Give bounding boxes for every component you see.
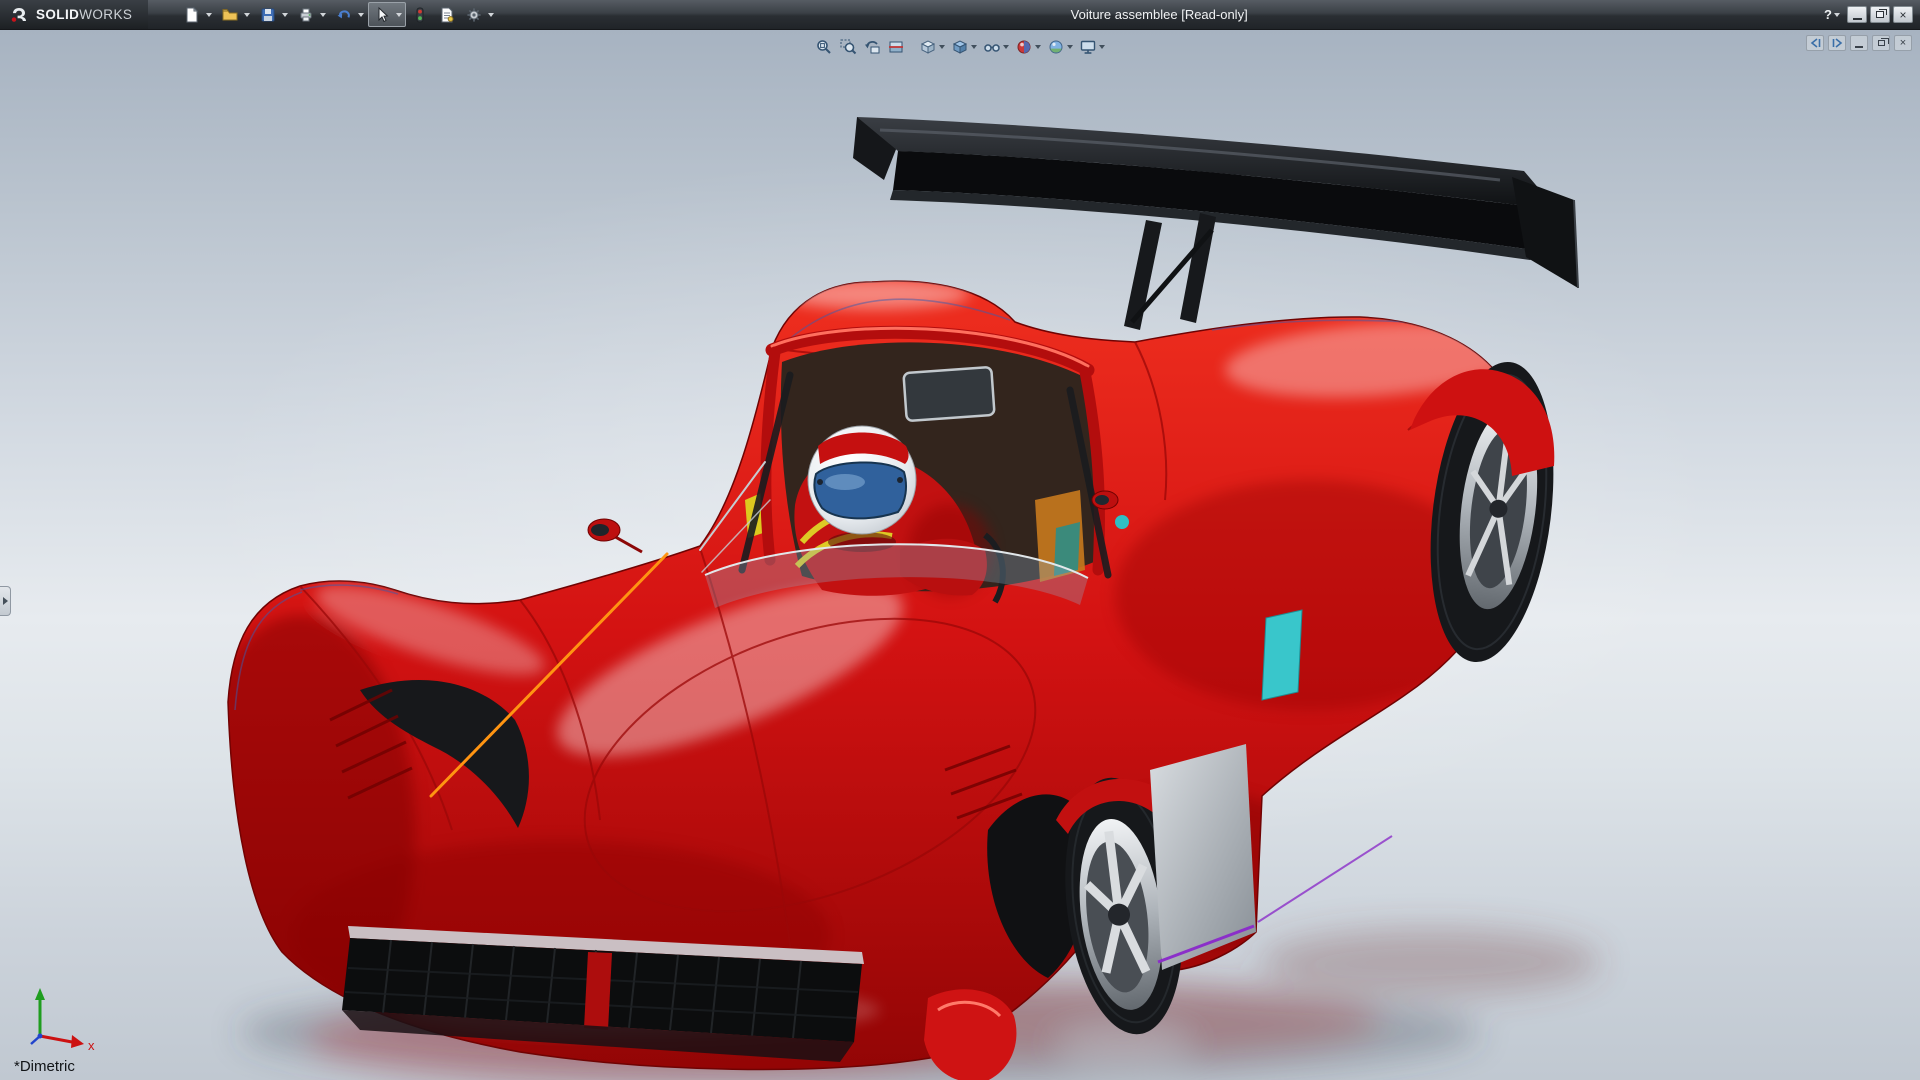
- options-dropdown[interactable]: [485, 3, 496, 26]
- doc-minimize-icon: [1855, 45, 1863, 48]
- rebuild-button[interactable]: [408, 3, 431, 26]
- open-folder-icon: [222, 8, 238, 20]
- new-document-button[interactable]: [180, 3, 203, 26]
- view-settings-button[interactable]: [1076, 35, 1108, 59]
- print-button[interactable]: [294, 3, 317, 26]
- standard-toolbar: [178, 2, 498, 27]
- pane-collapse-icon: [1810, 38, 1820, 48]
- help-button[interactable]: ?: [1820, 7, 1844, 22]
- document-window-controls: ×: [1806, 35, 1912, 51]
- doc-close-icon: ×: [1899, 36, 1907, 49]
- file-properties-button[interactable]: [435, 3, 458, 26]
- orientation-triad: x: [22, 986, 106, 1052]
- zoom-to-area-icon: [840, 39, 857, 55]
- print-dropdown[interactable]: [317, 3, 328, 26]
- pane-expand-button[interactable]: [1828, 35, 1846, 51]
- previous-view-button[interactable]: [860, 35, 884, 59]
- display-style-cube-icon: [952, 40, 968, 54]
- hide-show-items-button[interactable]: [980, 35, 1012, 59]
- options-gear-icon: [467, 7, 481, 22]
- new-document-dropdown[interactable]: [203, 3, 214, 26]
- select-button[interactable]: [370, 3, 393, 26]
- select-dropdown[interactable]: [393, 3, 404, 26]
- side-window: [1261, 609, 1303, 701]
- save-button[interactable]: [256, 3, 279, 26]
- zoom-to-fit-icon: [817, 40, 831, 54]
- edit-appearance-dropdown[interactable]: [1035, 45, 1041, 49]
- zoom-to-fit-button[interactable]: [812, 35, 836, 59]
- solidworks-logo: SOLIDWORKS: [0, 0, 149, 29]
- section-view-button[interactable]: [884, 35, 908, 59]
- flyout-arrow-icon: [2, 597, 8, 605]
- 3d-model-scene[interactable]: [0, 30, 1920, 1080]
- apply-scene-button[interactable]: [1044, 35, 1076, 59]
- view-settings-icon: [1080, 40, 1096, 54]
- scene-sphere-icon: [1049, 40, 1063, 54]
- feature-pane-flyout-tab[interactable]: [0, 586, 11, 616]
- solidworks-window: SOLIDWORKS Voiture assemblee [Read-only]…: [0, 0, 1920, 1080]
- undo-dropdown[interactable]: [355, 3, 366, 26]
- graphics-area[interactable]: × x *Dimetric: [0, 30, 1920, 1080]
- save-icon: [261, 8, 275, 21]
- front-pod: [924, 989, 1017, 1080]
- heads-up-view-toolbar: [812, 35, 1108, 59]
- doc-restore-icon: [1877, 38, 1889, 46]
- glasses-icon: [984, 44, 1000, 52]
- restore-icon: [1876, 9, 1887, 18]
- section-view-icon: [889, 41, 903, 53]
- minimize-icon: [1852, 17, 1862, 20]
- hide-show-items-dropdown[interactable]: [1003, 45, 1009, 49]
- save-dropdown[interactable]: [279, 3, 290, 26]
- view-orientation-dropdown[interactable]: [939, 45, 945, 49]
- edit-appearance-button[interactable]: [1012, 35, 1044, 59]
- view-orientation-cube-icon: [920, 40, 936, 54]
- close-icon: ×: [1899, 7, 1907, 22]
- select-cursor-icon: [378, 6, 389, 22]
- select-tool-group: [368, 2, 407, 27]
- display-style-dropdown[interactable]: [971, 45, 977, 49]
- close-button[interactable]: ×: [1893, 6, 1913, 23]
- rebuild-stoplight-icon: [416, 7, 424, 22]
- help-dropdown-caret: [1834, 12, 1840, 17]
- restore-button[interactable]: [1870, 6, 1890, 23]
- file-properties-icon: [441, 7, 454, 22]
- options-button[interactable]: [462, 3, 485, 26]
- driver-helmet: [807, 425, 917, 535]
- minimize-button[interactable]: [1847, 6, 1867, 23]
- triad-x-label: x: [88, 1038, 95, 1052]
- apply-scene-dropdown[interactable]: [1067, 45, 1073, 49]
- titlebar: SOLIDWORKS Voiture assemblee [Read-only]…: [0, 0, 1920, 30]
- orientation-label: *Dimetric: [14, 1058, 75, 1075]
- new-document-icon: [186, 6, 198, 22]
- 3ds-logo-icon: [9, 6, 29, 24]
- display-style-button[interactable]: [948, 35, 980, 59]
- previous-view-icon: [865, 41, 880, 54]
- pane-collapse-button[interactable]: [1806, 35, 1824, 51]
- doc-minimize-button[interactable]: [1850, 35, 1868, 51]
- doc-close-button[interactable]: ×: [1894, 35, 1912, 51]
- help-icon: ?: [1824, 7, 1832, 22]
- undo-icon: [337, 9, 350, 18]
- undo-button[interactable]: [332, 3, 355, 26]
- zoom-to-area-button[interactable]: [836, 35, 860, 59]
- titlebar-right-controls: ? ×: [1820, 6, 1920, 23]
- open-button[interactable]: [218, 3, 241, 26]
- print-icon: [300, 8, 312, 21]
- document-title: Voiture assemblee [Read-only]: [1070, 7, 1248, 22]
- doc-restore-button[interactable]: [1872, 35, 1890, 51]
- pane-expand-icon: [1832, 38, 1842, 48]
- brand-text: SOLIDWORKS: [36, 7, 133, 22]
- view-settings-dropdown[interactable]: [1099, 45, 1105, 49]
- open-dropdown[interactable]: [241, 3, 252, 26]
- appearance-sphere-icon: [1017, 40, 1031, 54]
- view-orientation-button[interactable]: [916, 35, 948, 59]
